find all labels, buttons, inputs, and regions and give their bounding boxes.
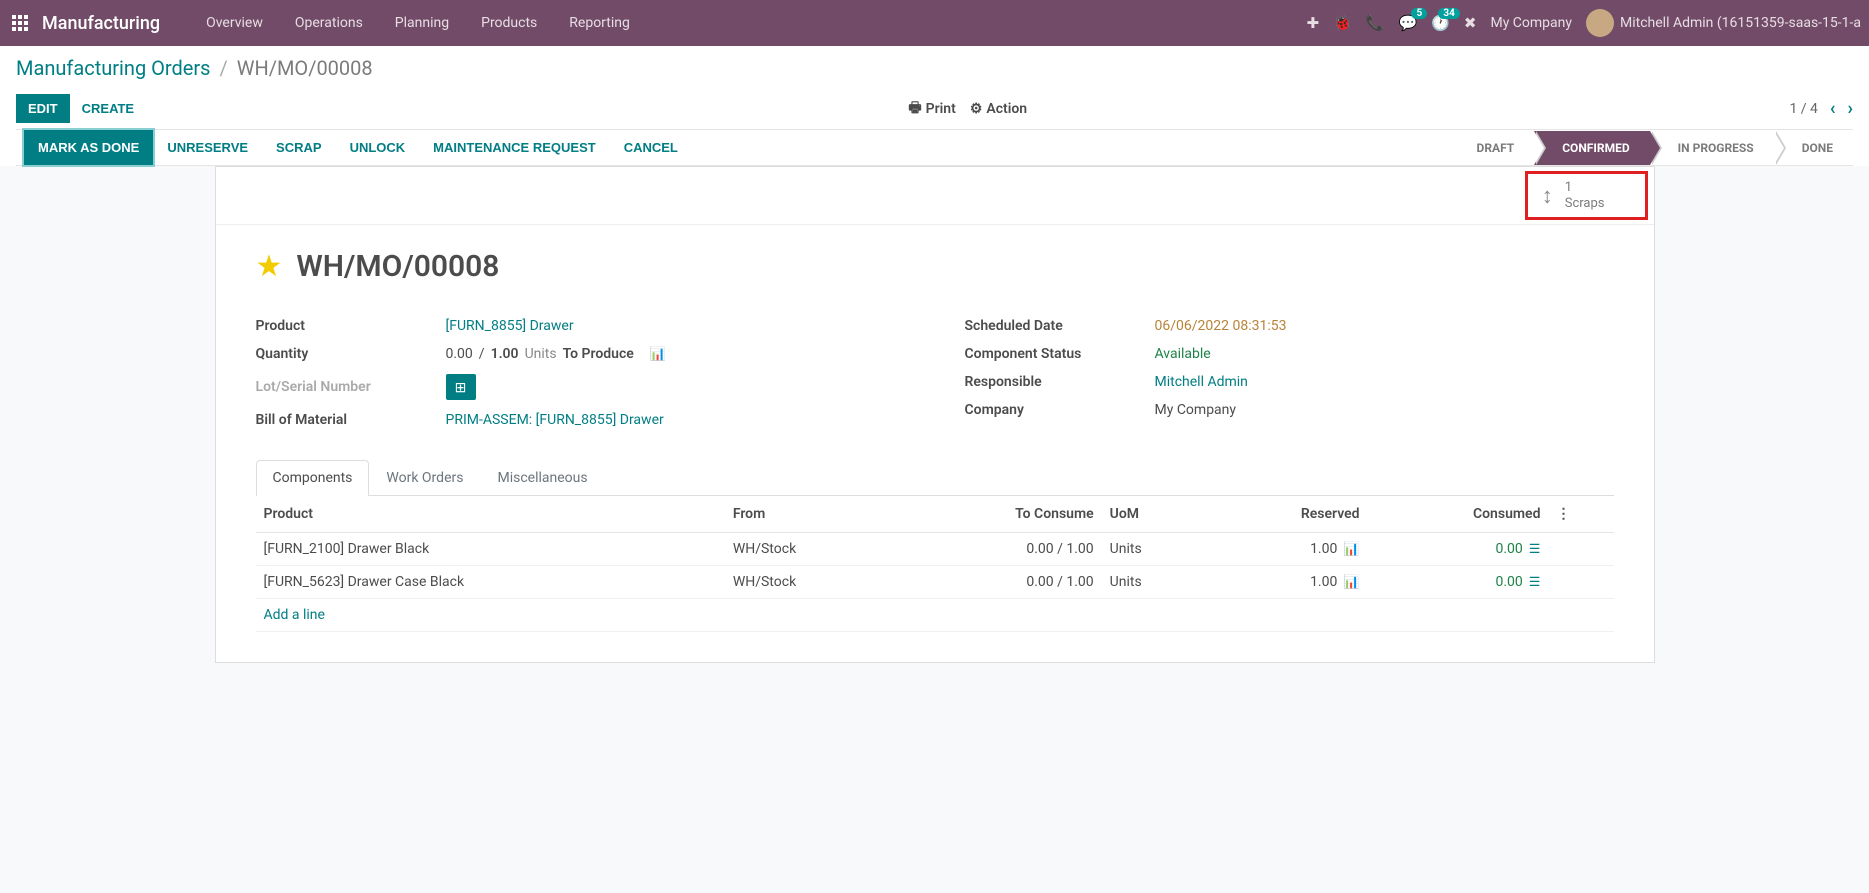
tab-work-orders[interactable]: Work Orders <box>369 460 480 495</box>
responsible-label: Responsible <box>965 374 1155 390</box>
scraps-count: 1 <box>1565 180 1605 196</box>
components-table: Product From To Consume UoM Reserved Con… <box>256 496 1614 632</box>
col-product: Product <box>256 496 725 533</box>
arrows-vertical-icon: ↕ <box>1542 183 1553 209</box>
menu-reporting[interactable]: Reporting <box>553 2 646 44</box>
menu-planning[interactable]: Planning <box>379 2 465 44</box>
create-button[interactable]: CREATE <box>70 94 146 123</box>
unreserve-button[interactable]: UNRESERVE <box>153 130 262 165</box>
activities-icon[interactable]: 🕐34 <box>1431 14 1450 32</box>
unlock-button[interactable]: UNLOCK <box>336 130 420 165</box>
pager-next[interactable]: › <box>1848 98 1853 119</box>
edit-button[interactable]: EDIT <box>16 94 70 123</box>
company-label: Company <box>965 402 1155 418</box>
activities-badge: 34 <box>1438 8 1459 19</box>
col-menu[interactable]: ⋮ <box>1548 496 1613 533</box>
gear-icon: ⚙ <box>970 101 983 117</box>
qty-uom: Units <box>525 346 557 362</box>
messages-badge: 5 <box>1411 8 1427 19</box>
product-label: Product <box>256 318 446 334</box>
messages-icon[interactable]: 💬5 <box>1399 14 1418 32</box>
qty-total: 1.00 <box>491 346 519 362</box>
app-brand[interactable]: Manufacturing <box>42 13 160 34</box>
scraps-label: Scraps <box>1565 196 1605 212</box>
stage-flow: DRAFT CONFIRMED IN PROGRESS DONE <box>1449 131 1853 165</box>
menu-overview[interactable]: Overview <box>190 2 279 44</box>
col-consumed: Consumed <box>1368 496 1549 533</box>
forecast-icon[interactable]: 📊 <box>1343 542 1359 557</box>
table-row[interactable]: [FURN_2100] Drawer Black WH/Stock 0.00 /… <box>256 533 1614 566</box>
scrap-button[interactable]: SCRAP <box>262 130 336 165</box>
stage-confirmed[interactable]: CONFIRMED <box>1534 131 1649 165</box>
col-uom: UoM <box>1102 496 1206 533</box>
tab-miscellaneous[interactable]: Miscellaneous <box>480 460 604 495</box>
phone-icon[interactable]: 📞 <box>1366 14 1385 32</box>
pager-text: 1 / 4 <box>1789 101 1817 117</box>
status-bar: MARK AS DONE UNRESERVE SCRAP UNLOCK MAIN… <box>16 129 1853 166</box>
user-menu[interactable]: Mitchell Admin (16151359-saas-15-1-a <box>1586 9 1861 37</box>
details-icon[interactable]: ☰ <box>1529 575 1541 590</box>
action-button[interactable]: ⚙Action <box>970 97 1027 121</box>
apps-icon[interactable] <box>8 11 32 35</box>
qty-suffix: To Produce <box>563 346 634 362</box>
star-icon[interactable]: ★ <box>256 249 283 284</box>
bom-label: Bill of Material <box>256 412 446 428</box>
record-title: WH/MO/00008 <box>296 249 499 284</box>
details-icon[interactable]: ☰ <box>1529 542 1541 557</box>
menu-products[interactable]: Products <box>465 2 553 44</box>
form-sheet: ↕ 1 Scraps ★ WH/MO/00008 Product[FURN_88… <box>215 166 1655 663</box>
print-button[interactable]: 🖶Print <box>908 97 955 121</box>
quantity-label: Quantity <box>256 346 446 362</box>
col-from: From <box>725 496 897 533</box>
maintenance-request-button[interactable]: MAINTENANCE REQUEST <box>419 130 610 165</box>
scheduled-date-value: 06/06/2022 08:31:53 <box>1155 318 1287 334</box>
table-row[interactable]: [FURN_5623] Drawer Case Black WH/Stock 0… <box>256 566 1614 599</box>
company-switcher[interactable]: My Company <box>1490 15 1572 31</box>
product-value[interactable]: [FURN_8855] Drawer <box>446 318 574 334</box>
mark-as-done-button[interactable]: MARK AS DONE <box>24 130 153 165</box>
top-nav: Manufacturing Overview Operations Planni… <box>0 0 1869 46</box>
component-status-label: Component Status <box>965 346 1155 362</box>
breadcrumb: Manufacturing Orders / WH/MO/00008 <box>16 56 1853 80</box>
pager-prev[interactable]: ‹ <box>1830 98 1836 119</box>
responsible-value[interactable]: Mitchell Admin <box>1155 374 1248 390</box>
tools-icon[interactable]: ✖ <box>1464 14 1477 32</box>
bug-icon[interactable]: 🐞 <box>1333 14 1352 32</box>
user-name: Mitchell Admin (16151359-saas-15-1-a <box>1620 15 1861 31</box>
add-line-link[interactable]: Add a line <box>264 607 325 623</box>
plus-icon[interactable]: ✚ <box>1307 14 1320 32</box>
stage-in-progress[interactable]: IN PROGRESS <box>1650 131 1774 165</box>
company-value: My Company <box>1155 402 1237 418</box>
lot-label: Lot/Serial Number <box>256 379 446 395</box>
qty-done: 0.00 <box>446 346 473 362</box>
cancel-button[interactable]: CANCEL <box>610 130 692 165</box>
forecast-icon[interactable]: 📊 <box>1343 575 1359 590</box>
assign-lot-button[interactable]: ⊞ <box>446 374 476 400</box>
print-icon: 🖶 <box>908 97 921 121</box>
main-menu: Overview Operations Planning Products Re… <box>190 2 646 44</box>
breadcrumb-current: WH/MO/00008 <box>237 56 373 80</box>
menu-operations[interactable]: Operations <box>279 2 379 44</box>
bom-value[interactable]: PRIM-ASSEM: [FURN_8855] Drawer <box>446 412 664 428</box>
col-to-consume: To Consume <box>897 496 1102 533</box>
scraps-stat-button[interactable]: ↕ 1 Scraps <box>1525 171 1648 220</box>
scheduled-date-label: Scheduled Date <box>965 318 1155 334</box>
stage-draft[interactable]: DRAFT <box>1449 131 1535 165</box>
avatar <box>1586 9 1614 37</box>
tab-components[interactable]: Components <box>256 460 370 496</box>
control-bar: Manufacturing Orders / WH/MO/00008 EDIT … <box>0 46 1869 166</box>
component-status-value: Available <box>1155 346 1211 362</box>
col-reserved: Reserved <box>1206 496 1368 533</box>
forecast-icon[interactable]: 📊 <box>650 347 666 362</box>
breadcrumb-parent[interactable]: Manufacturing Orders <box>16 56 211 80</box>
tabs: Components Work Orders Miscellaneous <box>256 460 1614 496</box>
pager: 1 / 4 ‹ › <box>1789 98 1853 119</box>
